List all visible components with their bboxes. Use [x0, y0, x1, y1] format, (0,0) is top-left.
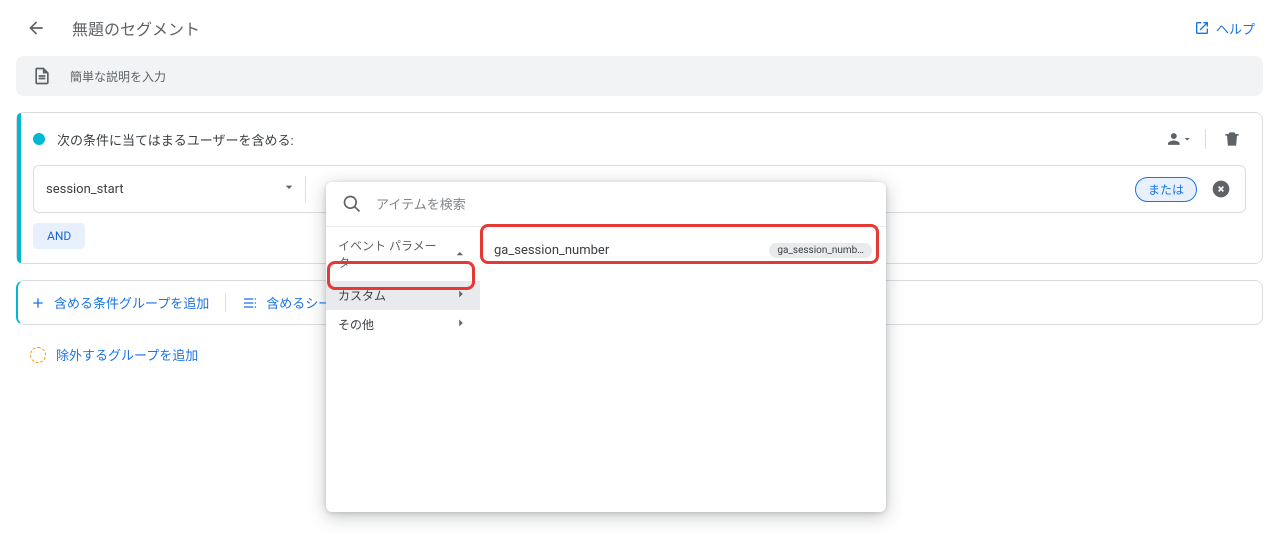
- close-circle-icon: [1211, 179, 1231, 199]
- include-indicator-dot: [33, 133, 45, 145]
- delete-group-button[interactable]: [1218, 125, 1246, 153]
- add-exclude-group-button[interactable]: 除外するグループを追加: [30, 345, 198, 364]
- arrow-left-icon: [26, 18, 46, 38]
- popover-search-row: [326, 182, 886, 227]
- chevron-up-icon: [452, 246, 468, 262]
- sequence-icon: [242, 295, 258, 311]
- trash-icon: [1222, 129, 1242, 149]
- help-link[interactable]: ヘルプ: [1194, 19, 1255, 38]
- page-title: 無題のセグメント: [72, 16, 1194, 40]
- add-group-label: 含める条件グループを追加: [54, 293, 209, 312]
- category-header-label: イベント パラメータ: [338, 237, 446, 271]
- include-group-header: 次の条件に当てはまるユーザーを含める:: [17, 113, 1262, 165]
- divider: [225, 294, 226, 312]
- event-label: session_start: [46, 182, 124, 197]
- scope-button[interactable]: [1165, 125, 1193, 153]
- popover-results: ga_session_number ga_session_numb…: [480, 227, 886, 512]
- help-label: ヘルプ: [1216, 19, 1255, 38]
- category-section-header[interactable]: イベント パラメータ: [326, 227, 480, 281]
- chevron-right-icon: [454, 287, 468, 304]
- plus-icon: [30, 295, 46, 311]
- include-group-title: 次の条件に当てはまるユーザーを含める:: [57, 130, 1153, 149]
- result-ga-session-number[interactable]: ga_session_number ga_session_numb…: [480, 235, 886, 266]
- chevron-down-icon: [1181, 132, 1193, 146]
- or-button[interactable]: または: [1135, 177, 1197, 202]
- dashed-circle-icon: [30, 347, 46, 363]
- event-selector[interactable]: session_start: [46, 176, 306, 202]
- delete-condition-button[interactable]: [1209, 177, 1233, 201]
- document-icon: [32, 66, 52, 86]
- result-label: ga_session_number: [494, 243, 609, 258]
- category-label: その他: [338, 316, 374, 333]
- description-row[interactable]: 簡単な説明を入力: [16, 56, 1263, 96]
- category-other[interactable]: その他: [326, 310, 480, 339]
- category-label: カスタム: [338, 287, 386, 304]
- popover-categories: イベント パラメータ カスタム その他: [326, 227, 480, 512]
- search-input[interactable]: [376, 197, 870, 212]
- back-button[interactable]: [24, 16, 48, 40]
- divider: [1205, 129, 1206, 149]
- parameter-popover: イベント パラメータ カスタム その他 ga_session_number ga…: [326, 182, 886, 512]
- category-custom[interactable]: カスタム: [326, 281, 480, 310]
- exclude-label: 除外するグループを追加: [56, 345, 198, 364]
- open-in-new-icon: [1194, 20, 1210, 36]
- chevron-right-icon: [454, 316, 468, 333]
- add-condition-group-button[interactable]: 含める条件グループを追加: [30, 293, 209, 312]
- description-placeholder: 簡単な説明を入力: [70, 68, 166, 85]
- chevron-down-icon: [281, 179, 297, 199]
- result-badge: ga_session_numb…: [769, 243, 872, 258]
- and-button[interactable]: AND: [33, 223, 85, 249]
- search-icon: [342, 194, 362, 214]
